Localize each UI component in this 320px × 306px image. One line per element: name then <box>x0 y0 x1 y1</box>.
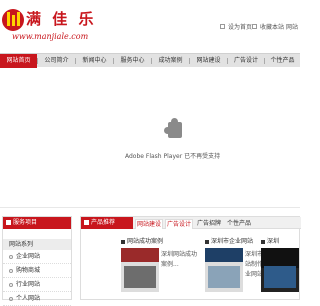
logo-url: www.manjiale.com <box>12 32 89 41</box>
product-card[interactable]: 深圳 <box>261 237 301 301</box>
nav-item-custom-products[interactable]: 个性产品 <box>265 54 300 68</box>
tab-custom-products[interactable]: 个性产品 <box>225 219 253 229</box>
product-thumbnail[interactable] <box>205 248 243 292</box>
product-card-desc: 深圳网站成功案例... <box>161 251 198 268</box>
nav-item-services[interactable]: 服务中心 <box>114 54 151 68</box>
tab-ad-design[interactable]: 广告设计 <box>165 219 193 229</box>
product-card-title-text: 深圳市企业网站 <box>211 238 254 245</box>
nav-item-ad-design[interactable]: 广告设计 <box>228 54 264 68</box>
products-title: 产品推荐 <box>91 219 116 226</box>
product-card-title[interactable]: 深圳 <box>261 237 301 247</box>
list-icon <box>6 220 11 225</box>
products-box: 产品推荐 网站建设 广告设计 广告招牌 个性产品 网站成功案例 深圳网站成功案例… <box>80 216 301 301</box>
square-bullet-icon <box>261 239 265 244</box>
logo-mark-icon <box>2 9 24 31</box>
product-card-body: 深圳网站成功案例... <box>121 248 201 298</box>
nav-item-web-building[interactable]: 网站建设 <box>190 54 227 68</box>
square-bullet-icon <box>205 239 209 244</box>
set-homepage-link[interactable]: 设为首页 <box>228 22 252 31</box>
plugin-puzzle-icon <box>164 118 184 140</box>
nav-item-about[interactable]: 公司简介 <box>38 54 75 68</box>
main-nav: 网站首页 公司简介 新闻中心 服务中心 成功案例 网站建设 广告设计 个性产品 <box>0 53 300 68</box>
flash-banner <box>0 68 300 208</box>
bookmark-icon <box>252 24 257 29</box>
site-link[interactable]: 网站 <box>286 22 298 31</box>
tab-web-building[interactable]: 网站建设 <box>135 219 163 229</box>
top-links: 设为首页 收藏本站 网站 <box>220 22 300 34</box>
services-item-shop[interactable]: 购物商城 <box>3 264 71 278</box>
services-item-label: 行业网站 <box>16 281 41 288</box>
nav-item-news[interactable]: 新闻中心 <box>76 54 113 68</box>
product-card-title-text: 深圳 <box>267 238 280 245</box>
flash-unsupported-message: Adobe Flash Player 已不再受支持 <box>125 153 221 160</box>
product-card-title[interactable]: 网站成功案例 <box>121 237 201 247</box>
nav-item-cases[interactable]: 成功案例 <box>152 54 189 68</box>
services-item-enterprise[interactable]: 企业网站 <box>3 250 71 264</box>
services-item-industry[interactable]: 行业网站 <box>3 278 71 292</box>
services-item-label: 个人网站 <box>16 295 41 302</box>
services-item-personal[interactable]: 个人网站 <box>3 292 71 306</box>
product-card-body <box>261 248 301 298</box>
bookmark-link[interactable]: 收藏本站 <box>260 22 284 31</box>
header: 满 佳 乐 www.manjiale.com 设为首页 收藏本站 网站 <box>0 0 300 52</box>
tab-ad-signs[interactable]: 广告招牌 <box>195 219 223 229</box>
square-bullet-icon <box>121 239 125 244</box>
bullet-icon <box>9 268 13 273</box>
services-item-label: 购物商城 <box>16 267 41 274</box>
product-card-title-text: 网站成功案例 <box>127 238 164 245</box>
bullet-icon <box>9 282 13 287</box>
products-header: 产品推荐 网站建设 广告设计 广告招牌 个性产品 <box>81 217 301 229</box>
product-card[interactable]: 网站成功案例 深圳网站成功案例... <box>121 237 201 301</box>
services-box: 服务项目 网站系列 企业网站 购物商城 行业网站 个人网站 <box>2 216 72 306</box>
services-box-title: 服务项目 <box>13 219 38 226</box>
nav-item-home[interactable]: 网站首页 <box>0 54 37 68</box>
product-thumbnail[interactable] <box>121 248 159 292</box>
services-subheader[interactable]: 网站系列 <box>3 239 71 250</box>
list-icon <box>84 220 89 225</box>
products-title-tab: 产品推荐 <box>81 217 133 229</box>
logo[interactable]: 满 佳 乐 www.manjiale.com <box>2 8 93 44</box>
services-box-header: 服务项目 <box>3 217 71 229</box>
logo-text: 满 佳 乐 <box>26 10 97 28</box>
home-icon <box>220 24 225 29</box>
product-thumbnail[interactable] <box>261 248 299 292</box>
bullet-icon <box>9 254 13 259</box>
services-item-label: 企业网站 <box>16 253 41 260</box>
